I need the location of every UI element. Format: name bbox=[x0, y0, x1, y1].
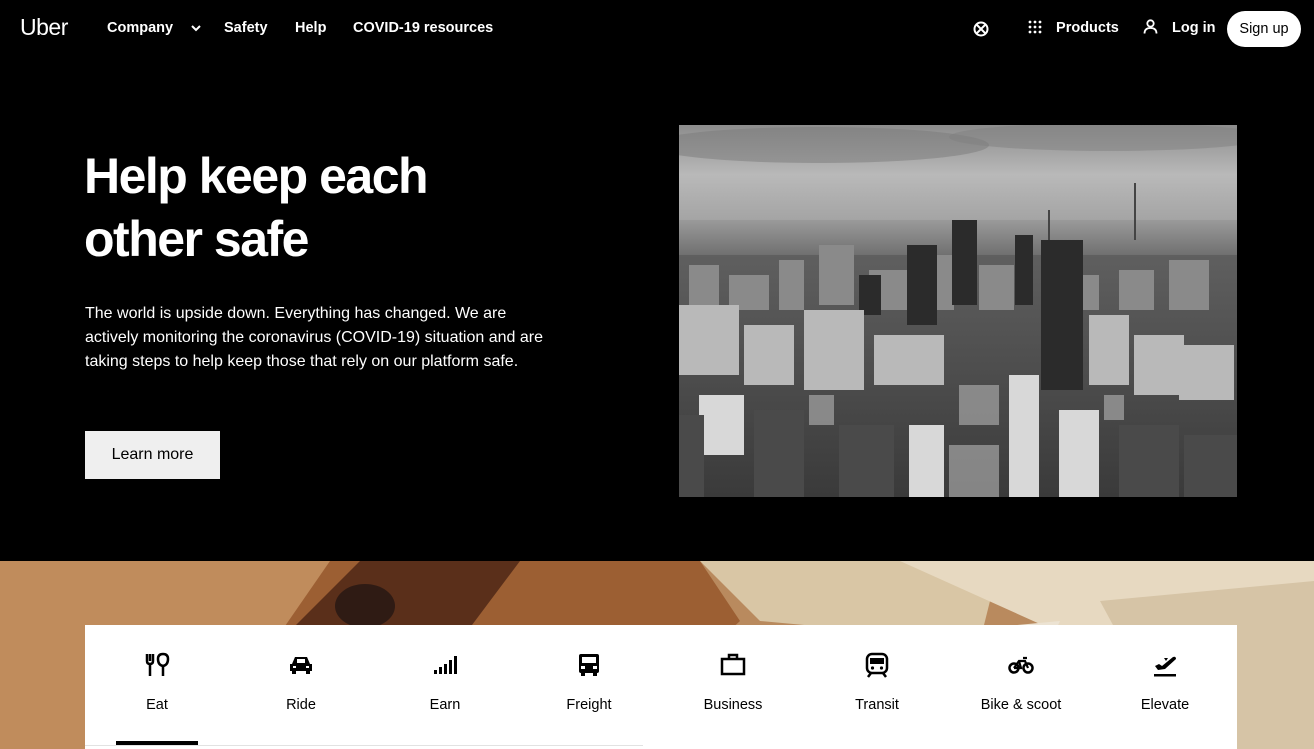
tab-business-label: Business bbox=[703, 697, 763, 713]
top-nav: Uber Company Safety Help COVID-19 resour… bbox=[0, 0, 1314, 58]
hero-title-line-1: Help keep each bbox=[84, 148, 429, 204]
tab-eat[interactable]: Eat bbox=[85, 625, 229, 749]
city-skyline-image bbox=[679, 125, 1237, 497]
car-icon bbox=[290, 657, 312, 674]
tab-bike-scoot-label: Bike & scoot bbox=[980, 697, 1062, 713]
truck-icon bbox=[579, 654, 599, 676]
tab-elevate-label: Elevate bbox=[1140, 697, 1190, 713]
nav-login-link[interactable]: Log in bbox=[1143, 19, 1216, 36]
tab-business[interactable]: Business bbox=[661, 625, 805, 749]
tab-bike-scoot[interactable]: Bike & scoot bbox=[949, 625, 1093, 749]
nav-safety-link[interactable]: Safety bbox=[224, 20, 268, 36]
nav-help-link[interactable]: Help bbox=[295, 20, 326, 36]
bars-icon bbox=[434, 656, 457, 674]
tab-freight-label: Freight bbox=[566, 697, 612, 713]
nav-products-label: Products bbox=[1056, 20, 1119, 36]
nav-company-label: Company bbox=[107, 20, 174, 36]
tab-earn-label: Earn bbox=[429, 697, 461, 713]
uber-logo[interactable]: Uber bbox=[20, 14, 68, 41]
nav-login-label: Log in bbox=[1172, 20, 1216, 36]
tab-transit-label: Transit bbox=[855, 697, 899, 713]
globe-icon[interactable] bbox=[973, 21, 989, 37]
train-icon bbox=[865, 652, 889, 678]
tab-eat-label: Eat bbox=[146, 697, 168, 713]
product-tabs: Eat Ride Earn Freight Business Transit B… bbox=[85, 625, 1237, 749]
tab-ride[interactable]: Ride bbox=[229, 625, 373, 749]
chevron-down-icon bbox=[191, 25, 201, 32]
tab-elevate[interactable]: Elevate bbox=[1093, 625, 1237, 749]
tab-freight[interactable]: Freight bbox=[517, 625, 661, 749]
briefcase-icon bbox=[720, 653, 746, 676]
tab-earn[interactable]: Earn bbox=[373, 625, 517, 749]
tab-ride-label: Ride bbox=[286, 697, 316, 713]
user-icon bbox=[1143, 19, 1158, 34]
grid-dots-icon bbox=[1028, 20, 1042, 34]
hero-title-line-2: other safe bbox=[84, 211, 309, 267]
nav-covid-link[interactable]: COVID-19 resources bbox=[353, 20, 493, 36]
signup-button[interactable]: Sign up bbox=[1227, 11, 1301, 47]
tab-transit[interactable]: Transit bbox=[805, 625, 949, 749]
bike-icon bbox=[1008, 656, 1034, 674]
hero-title: Help keep each other safe bbox=[84, 145, 604, 271]
nav-products-menu[interactable]: Products bbox=[1028, 20, 1119, 36]
plane-icon bbox=[1154, 656, 1176, 677]
tabs-divider bbox=[85, 745, 643, 746]
utensils-icon bbox=[145, 652, 170, 676]
nav-company-menu[interactable]: Company bbox=[107, 20, 201, 36]
hero-description: The world is upside down. Everything has… bbox=[85, 305, 543, 370]
learn-more-button[interactable]: Learn more bbox=[85, 431, 220, 479]
